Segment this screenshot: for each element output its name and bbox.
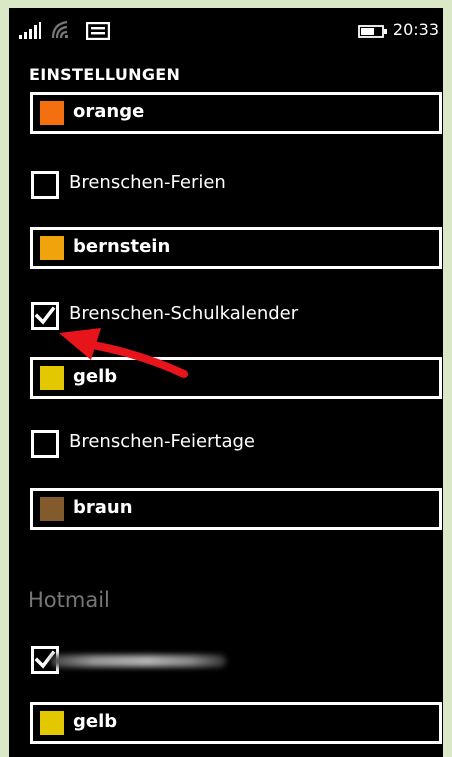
- battery-icon: [358, 25, 387, 38]
- color-picker-label: braun: [73, 497, 133, 518]
- wifi-icon: [51, 20, 68, 39]
- color-picker-orange[interactable]: orange: [30, 92, 442, 134]
- color-picker-label: bernstein: [73, 236, 171, 257]
- status-bar: 20:33: [9, 8, 443, 48]
- color-picker-gelb[interactable]: gelb: [30, 357, 442, 399]
- clock: 20:33: [392, 20, 439, 39]
- calendar-label: Brenschen-Feiertage: [69, 431, 256, 452]
- color-picker-label: gelb: [73, 366, 118, 387]
- color-swatch: [40, 236, 64, 260]
- color-picker-gelb-hotmail[interactable]: gelb: [30, 702, 442, 744]
- color-swatch: [40, 101, 64, 125]
- color-picker-label: orange: [73, 101, 145, 122]
- checkmark-icon: [34, 306, 56, 325]
- calendar-label: Brenschen-Schulkalender: [69, 303, 299, 324]
- signal-strength-icon: [19, 22, 41, 39]
- color-picker-braun[interactable]: braun: [30, 488, 442, 530]
- page-title: EINSTELLUNGEN: [29, 65, 181, 84]
- color-swatch: [40, 366, 64, 390]
- color-picker-bernstein[interactable]: bernstein: [30, 227, 442, 269]
- message-icon: [86, 22, 110, 40]
- color-swatch: [40, 711, 64, 735]
- phone-screen: 20:33 EINSTELLUNGEN orange Brenschen-Fer…: [9, 8, 443, 757]
- calendar-label: Brenschen-Ferien: [69, 172, 226, 193]
- section-header-hotmail: Hotmail: [28, 588, 110, 612]
- color-swatch: [40, 497, 64, 521]
- color-picker-label: gelb: [73, 711, 118, 732]
- checkbox-unchecked[interactable]: [31, 171, 59, 199]
- checkbox-unchecked[interactable]: [31, 430, 59, 458]
- blurred-account-name: [51, 655, 226, 667]
- checkbox-checked[interactable]: [31, 302, 59, 330]
